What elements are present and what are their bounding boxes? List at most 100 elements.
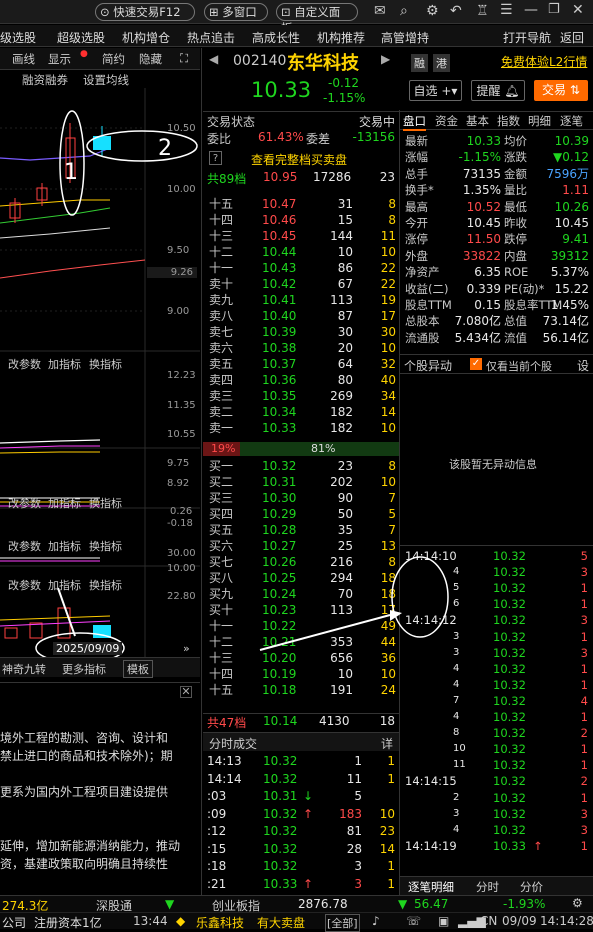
tab-minute[interactable]: 分时 <box>476 879 499 895</box>
ask-level[interactable]: 卖七 10.39 30 30 <box>203 324 398 340</box>
tab-tick[interactable]: 逐笔 <box>560 113 583 129</box>
gear-icon[interactable]: ⚙ <box>572 896 583 910</box>
ask-level[interactable]: 卖六 10.38 20 10 <box>203 340 398 356</box>
simple-button[interactable]: 简约 <box>102 51 125 67</box>
tab-tick-detail[interactable]: 逐笔明细 <box>408 879 454 895</box>
back-link[interactable]: 返回 <box>560 29 584 46</box>
fullscreen-icon[interactable]: ⛶ <box>180 51 188 66</box>
prev-stock-icon[interactable]: ◀ <box>209 52 218 66</box>
display-button[interactable]: 显示 <box>48 51 71 67</box>
ask-level[interactable]: 卖九 10.41 113 19 <box>203 292 398 308</box>
ask-level[interactable]: 卖一 10.33 182 10 <box>203 420 398 436</box>
chat-icon[interactable]: ☏ <box>406 914 421 928</box>
close-icon[interactable]: ✕ <box>180 686 192 698</box>
tick-time: 4 <box>453 823 460 835</box>
bid-level[interactable]: 十四 10.19 10 10 <box>203 666 398 682</box>
margin-trading-label[interactable]: 融资融券 <box>22 72 68 88</box>
minimize-icon[interactable]: — <box>524 2 538 18</box>
ask-level[interactable]: 十三 10.45 144 11 <box>203 228 398 244</box>
change-indicator-link[interactable]: 换指标 <box>89 577 122 593</box>
add-indicator-link[interactable]: 加指标 <box>48 495 81 511</box>
toolbar-item[interactable]: 级选股 <box>0 29 36 46</box>
template-button[interactable]: 模板 <box>123 660 153 678</box>
tab-index[interactable]: 指数 <box>497 113 520 129</box>
toolbar-item[interactable]: 高成长性 <box>252 29 300 46</box>
view-full-book-row[interactable]: ? 查看完整档买卖盘 <box>203 150 399 168</box>
bid-level[interactable]: 买二 10.31 202 10 <box>203 474 398 490</box>
toolbar-item[interactable]: 机构增仓 <box>122 29 170 46</box>
filter-all-button[interactable]: [全部] <box>325 914 360 932</box>
help-icon[interactable]: ? <box>209 151 222 165</box>
change-indicator-link[interactable]: 换指标 <box>89 538 122 554</box>
add-watchlist-button[interactable]: 自选 +▾ <box>409 80 462 101</box>
scroll-right-icon[interactable]: » <box>183 642 190 655</box>
ts-count: 14 <box>379 841 395 856</box>
edit-params-link[interactable]: 改参数 <box>8 577 41 593</box>
movers-settings-link[interactable]: 设 <box>577 357 589 374</box>
tick-volume: 1 <box>580 710 588 724</box>
toolbar-item[interactable]: 超级选股 <box>57 29 105 46</box>
more-indicators-button[interactable]: 更多指标 <box>62 661 106 677</box>
bid-level[interactable]: 买五 10.28 35 7 <box>203 522 398 538</box>
toolbar-item[interactable]: 热点追击 <box>187 29 235 46</box>
undo-icon[interactable]: ↶ <box>450 3 462 19</box>
add-indicator-link[interactable]: 加指标 <box>48 577 81 593</box>
tab-handicap[interactable]: 盘口 <box>403 113 426 131</box>
close-icon[interactable]: ✕ <box>572 2 584 18</box>
multi-window-button[interactable]: ⊞ 多窗口 <box>204 3 268 21</box>
volume-icon[interactable]: ♪ <box>372 914 380 928</box>
toolbar-item[interactable]: 高管增持 <box>381 29 429 46</box>
menu-icon[interactable]: ☰ <box>500 2 513 18</box>
ask-level[interactable]: 卖十 10.42 67 22 <box>203 276 398 292</box>
custom-panel-button[interactable]: ⊡ 自定义面板 <box>276 3 358 35</box>
only-current-label[interactable]: 仅看当前个股 <box>486 358 552 374</box>
hide-button[interactable]: 隐藏 <box>139 51 162 67</box>
toolbar-item[interactable]: 机构推荐 <box>317 29 365 46</box>
open-nav-link[interactable]: 打开导航 <box>503 29 551 46</box>
timesales-detail-link[interactable]: 详 <box>381 735 393 752</box>
tab-detail[interactable]: 明细 <box>528 113 551 129</box>
bid-level[interactable]: 买六 10.27 25 13 <box>203 538 398 554</box>
checkbox-icon[interactable]: ✓ <box>470 358 482 370</box>
settings-icon[interactable]: ⚙ <box>426 3 439 19</box>
next-stock-icon[interactable]: ▶ <box>381 52 390 66</box>
divider <box>201 48 202 895</box>
tab-fund[interactable]: 资金 <box>435 113 458 129</box>
change-indicator-link[interactable]: 换指标 <box>89 495 122 511</box>
tab-price-dist[interactable]: 分价 <box>520 879 543 895</box>
mail-icon[interactable]: ✉ <box>374 3 386 19</box>
edit-params-link[interactable]: 改参数 <box>8 495 41 511</box>
bid-level[interactable]: 买四 10.29 50 5 <box>203 506 398 522</box>
ask-level[interactable]: 十一 10.43 86 22 <box>203 260 398 276</box>
free-l2-link[interactable]: 免费体验L2行情 <box>501 53 587 70</box>
ask-level[interactable]: 卖二 10.34 182 14 <box>203 404 398 420</box>
edit-params-link[interactable]: 改参数 <box>8 356 41 372</box>
bid-level[interactable]: 买一 10.32 23 8 <box>203 458 398 474</box>
maximize-icon[interactable]: ❐ <box>548 2 560 17</box>
view-full-book-link[interactable]: 查看完整档买卖盘 <box>251 151 347 168</box>
ask-level[interactable]: 卖三 10.35 269 34 <box>203 388 398 404</box>
ask-level[interactable]: 卖五 10.37 64 32 <box>203 356 398 372</box>
shirt-icon[interactable]: ♖ <box>476 3 489 19</box>
add-indicator-link[interactable]: 加指标 <box>48 538 81 554</box>
bid-level[interactable]: 买三 10.30 90 7 <box>203 490 398 506</box>
alert-stock[interactable]: 乐鑫科技 <box>196 914 244 931</box>
ask-level[interactable]: 卖八 10.40 87 17 <box>203 308 398 324</box>
bid-level[interactable]: 十五 10.18 191 24 <box>203 682 398 698</box>
ask-level[interactable]: 十五 10.47 31 8 <box>203 196 398 212</box>
add-indicator-link[interactable]: 加指标 <box>48 356 81 372</box>
nine-turn-tab[interactable]: 神奇九转 <box>2 661 46 677</box>
ask-level[interactable]: 十二 10.44 10 10 <box>203 244 398 260</box>
tab-basic[interactable]: 基本 <box>466 113 489 129</box>
remind-button[interactable]: 提醒 🔔︎ <box>471 80 525 101</box>
trade-button[interactable]: 交易 ⇅ <box>534 80 588 101</box>
ma-settings-link[interactable]: 设置均线 <box>83 72 129 88</box>
lock-icon[interactable]: ▣ <box>438 914 449 928</box>
search-icon[interactable]: ⌕ <box>400 3 408 19</box>
quick-trade-button[interactable]: ⊙ 快速交易F12 <box>95 3 195 21</box>
change-indicator-link[interactable]: 换指标 <box>89 356 122 372</box>
draw-line-button[interactable]: 画线 <box>12 51 35 67</box>
edit-params-link[interactable]: 改参数 <box>8 538 41 554</box>
ask-level[interactable]: 卖四 10.36 80 40 <box>203 372 398 388</box>
ask-level[interactable]: 十四 10.46 15 8 <box>203 212 398 228</box>
